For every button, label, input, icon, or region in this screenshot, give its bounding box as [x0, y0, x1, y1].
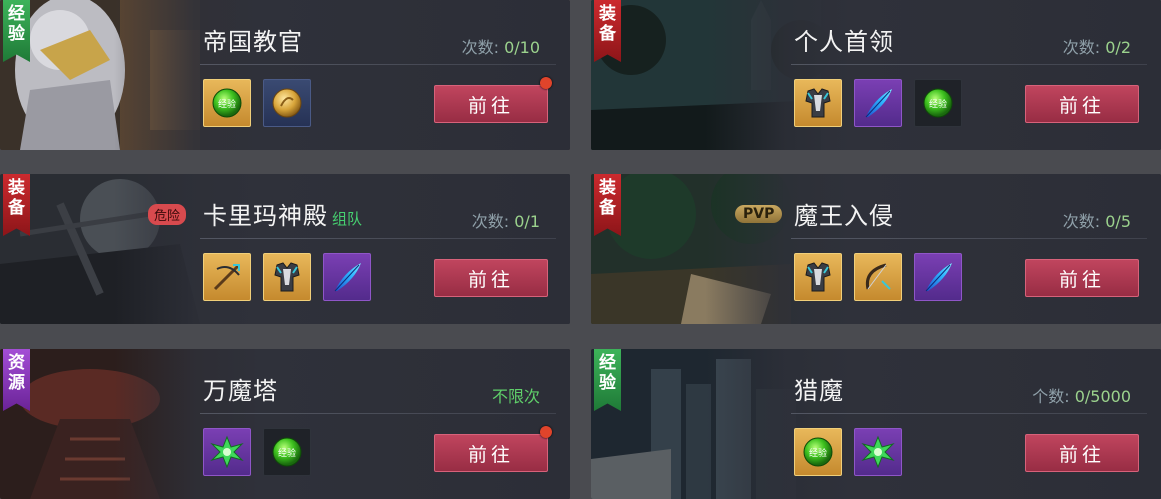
go-button[interactable]: 前往	[434, 259, 548, 297]
svg-text:经验: 经验	[809, 447, 827, 459]
chest-armor-icon[interactable]	[794, 253, 842, 301]
go-button[interactable]: 前往	[1025, 434, 1139, 472]
reward-items	[794, 253, 962, 301]
category-tag: 经验	[594, 349, 621, 411]
dungeon-card-personal-boss: 装备 个人首领 次数: 0/2 经验 前往	[591, 0, 1161, 150]
dungeon-title: 卡里玛神殿 组队	[203, 202, 363, 230]
go-button[interactable]: 前往	[1025, 85, 1139, 123]
danger-badge: 危险	[148, 204, 187, 225]
exp-orb-icon[interactable]: 经验	[794, 428, 842, 476]
blue-feather-icon[interactable]	[914, 253, 962, 301]
notification-dot	[540, 426, 552, 438]
reward-items: 经验	[203, 428, 311, 476]
chest-armor-icon[interactable]	[263, 253, 311, 301]
svg-text:经验: 经验	[218, 98, 236, 110]
dungeon-title: 帝国教官	[203, 28, 303, 56]
green-crystal-icon[interactable]	[854, 428, 902, 476]
reward-items: 经验	[794, 79, 962, 127]
kill-count: 个数: 0/5000	[1032, 387, 1131, 406]
svg-text:经验: 经验	[929, 98, 947, 110]
attempts-count: 次数: 0/5	[1062, 212, 1131, 231]
blue-feather-icon[interactable]	[323, 253, 371, 301]
exp-orb-icon[interactable]: 经验	[263, 428, 311, 476]
exp-orb-icon[interactable]: 经验	[914, 79, 962, 127]
category-tag: 装备	[594, 174, 621, 236]
dungeon-title: 猎魔	[794, 377, 844, 405]
category-tag: 装备	[594, 0, 621, 62]
dungeon-title: 个人首领	[794, 28, 894, 56]
svg-text:经验: 经验	[278, 447, 296, 459]
attempts-count: 次数: 0/2	[1062, 38, 1131, 57]
gold-coin-icon[interactable]	[263, 79, 311, 127]
dungeon-title: 魔王入侵	[794, 202, 894, 230]
go-button[interactable]: 前往	[1025, 259, 1139, 297]
blue-feather-icon[interactable]	[854, 79, 902, 127]
chest-armor-icon[interactable]	[794, 79, 842, 127]
dungeon-card-imperial-instructor: 经验 帝国教官 次数: 0/10 经验 前往	[0, 0, 570, 150]
exp-orb-icon[interactable]: 经验	[203, 79, 251, 127]
category-tag: 资源	[3, 349, 30, 411]
team-label: 组队	[332, 210, 363, 228]
reward-items	[203, 253, 371, 301]
dungeon-card-karima-temple: 装备 危险 卡里玛神殿 组队 次数: 0/1 前往	[0, 174, 570, 324]
go-button[interactable]: 前往	[434, 85, 548, 123]
bow-icon[interactable]	[854, 253, 902, 301]
attempts-count: 次数: 0/10	[461, 38, 540, 57]
category-tag: 装备	[3, 174, 30, 236]
reward-items: 经验	[203, 79, 311, 127]
dungeon-card-demon-invasion: 装备 PVP 魔王入侵 次数: 0/5 前往	[591, 174, 1161, 324]
attempts-count: 不限次	[491, 387, 540, 406]
attempts-count: 次数: 0/1	[471, 212, 540, 231]
dungeon-card-demon-hunt: 经验 猎魔 个数: 0/5000 经验 前往	[591, 349, 1161, 499]
dungeon-card-demon-tower: 资源 万魔塔 不限次 经验 前往	[0, 349, 570, 499]
dungeon-title: 万魔塔	[203, 377, 278, 405]
notification-dot	[540, 77, 552, 89]
crossbow-icon[interactable]	[203, 253, 251, 301]
green-crystal-icon[interactable]	[203, 428, 251, 476]
category-tag: 经验	[3, 0, 30, 62]
reward-items: 经验	[794, 428, 902, 476]
pvp-badge: PVP	[735, 205, 783, 223]
go-button[interactable]: 前往	[434, 434, 548, 472]
